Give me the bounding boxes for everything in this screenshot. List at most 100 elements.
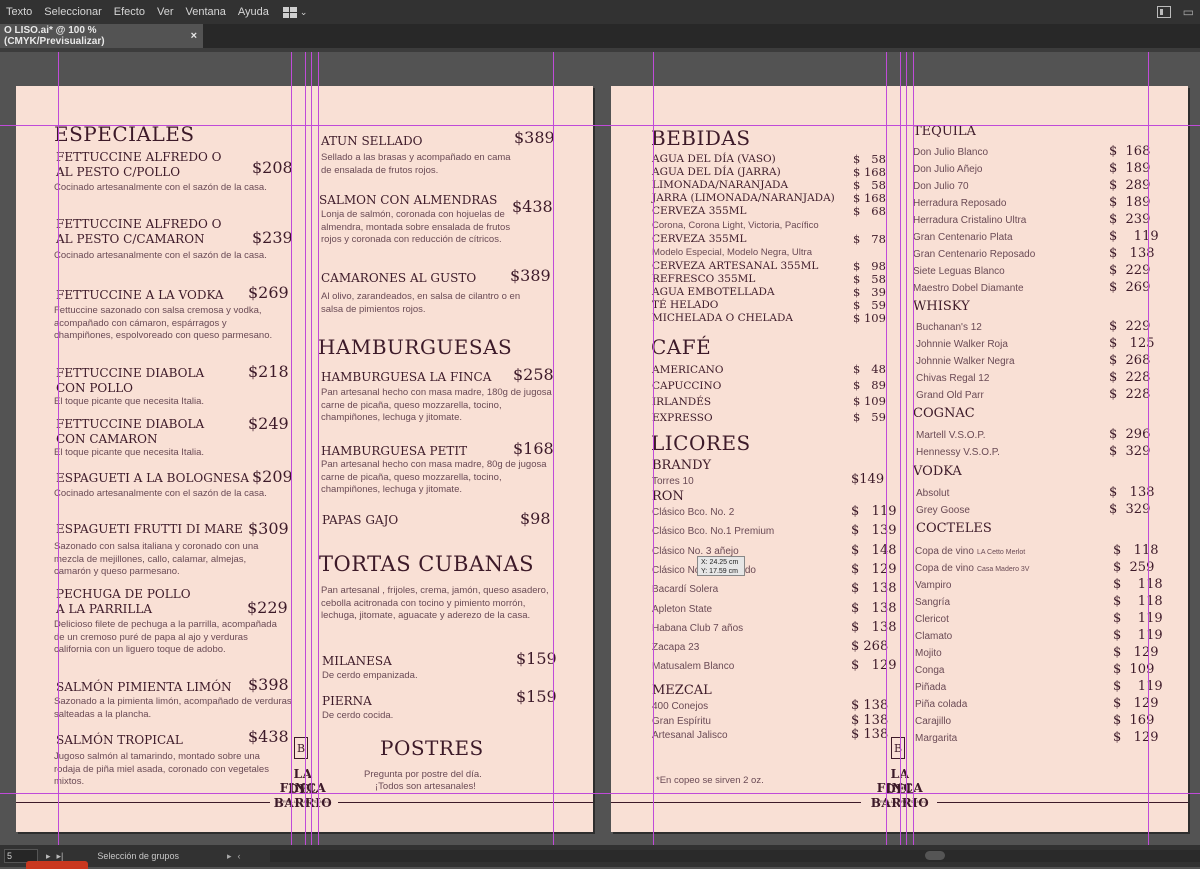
last-icon[interactable]: ▸| (57, 851, 64, 862)
licor-name: Torres 10 (652, 476, 694, 487)
play-icon[interactable]: ▸ (227, 851, 232, 862)
liquor-price: $ 138 (851, 581, 897, 597)
item-desc: De cerdo cocida. (322, 710, 394, 721)
close-icon[interactable]: × (191, 30, 197, 42)
bebida-price: $ 39 (853, 285, 886, 299)
guide-vertical[interactable] (291, 52, 292, 845)
bebida-name: LIMONADA/NARANJADA (652, 179, 789, 191)
liquor-name: Martell V.S.O.P. (916, 430, 986, 441)
logo-monogram: B (891, 737, 905, 759)
guide-vertical[interactable] (58, 52, 59, 845)
footer-rule-left (16, 802, 270, 803)
subsection-vodka: VODKA (913, 464, 962, 479)
bebida-price: $ 58 (853, 178, 886, 192)
menu-ver[interactable]: Ver (151, 6, 180, 18)
scroll-thumb[interactable] (925, 851, 945, 860)
item-name: FETTUCCINE ALFREDO O AL PESTO C/POLLO (56, 150, 222, 179)
workspace-switcher[interactable]: ⌄ (282, 6, 307, 18)
section-licores-title: LICORES (651, 431, 751, 455)
liquor-name: Sangría (915, 597, 951, 608)
cafe-price: $ 89 (853, 378, 886, 392)
guide-vertical[interactable] (318, 52, 319, 845)
tortas-desc: Pan artesanal , frijoles, crema, jamón, … (321, 585, 549, 621)
item-price: $159 (516, 687, 557, 706)
item-desc: El toque picante que necesita Italia. (54, 396, 204, 407)
item-name: FETTUCCINE A LA VODKA (56, 288, 224, 302)
item-desc: Fettuccine sazonado con salsa cremosa y … (54, 305, 273, 341)
bebida-note: Corona, Corona Light, Victoria, Pacífico (652, 220, 819, 231)
item-name: ESPAGUETI A LA BOLOGNESA (56, 471, 249, 485)
guide-vertical[interactable] (1148, 52, 1149, 845)
menu-seleccionar[interactable]: Seleccionar (38, 6, 107, 18)
guide-vertical[interactable] (886, 52, 887, 845)
item-desc: Pan artesanal hecho con masa madre, 180g… (321, 387, 552, 423)
bebida-name: AGUA DEL DÍA (JARRA) (652, 166, 781, 178)
liquor-price: $ 296 (1109, 427, 1151, 442)
bebida-name: MICHELADA O CHELADA (652, 312, 794, 324)
artboard-canvas[interactable]: ESPECIALES FETTUCCINE ALFREDO O AL PESTO… (0, 52, 1200, 845)
liquor-price: $ 138 (851, 727, 889, 742)
subsection-cognac: COGNAC (913, 406, 975, 421)
menu-ayuda[interactable]: Ayuda (232, 6, 275, 18)
bebida-price: $ 168 (853, 165, 886, 179)
liquor-name: Chivas Regal 12 (916, 373, 990, 384)
guide-vertical[interactable] (305, 52, 306, 845)
copeo-note: *En copeo se sirven 2 oz. (656, 775, 764, 786)
subsection-brandy: BRANDY (652, 458, 712, 473)
bebida-name: REFRESCO 355ML (652, 273, 756, 285)
bebida-price: $ 168 (853, 191, 886, 205)
menu-efecto[interactable]: Efecto (108, 6, 151, 18)
liquor-name: Don Julio Añejo (913, 164, 983, 175)
guide-vertical[interactable] (900, 52, 901, 845)
guide-vertical[interactable] (913, 52, 914, 845)
liquor-name: 400 Conejos (652, 701, 709, 712)
bebida-name: AGUA EMBOTELLADA (652, 286, 775, 298)
bebida-name: TÉ HELADO (652, 299, 719, 311)
liquor-name: Habana Club 7 años (652, 622, 744, 634)
bebida-name: AGUA DEL DÍA (VASO) (652, 153, 776, 165)
guide-vertical[interactable] (906, 52, 907, 845)
liquor-variant: Casa Madero 3V (976, 566, 1030, 573)
item-name: FETTUCCINE ALFREDO O AL PESTO C/CAMARON (56, 217, 222, 246)
liquor-price: $ 138 (851, 619, 897, 635)
liquor-name: Mojito (915, 648, 942, 659)
liquor-price: $ 129 (851, 561, 897, 577)
liquor-price: $ 138 (851, 712, 889, 728)
liquor-price: $ 329 (1109, 502, 1151, 517)
guide-vertical[interactable] (653, 52, 654, 845)
guide-horizontal[interactable] (0, 125, 1200, 126)
footer-rule-right (937, 802, 1188, 803)
menu-bar: Texto Seleccionar Efecto Ver Ventana Ayu… (0, 0, 1200, 24)
menu-ventana[interactable]: Ventana (179, 6, 231, 18)
guide-vertical[interactable] (311, 52, 312, 845)
item-desc: Sellado a las brasas y acompañado en cam… (321, 152, 511, 176)
panel-icon[interactable] (1156, 6, 1171, 18)
liquor-price: $ 119 (851, 504, 897, 519)
liquor-name: Gran Centenario Plata (913, 232, 1013, 243)
horizontal-scrollbar[interactable] (270, 850, 1200, 862)
item-desc: Lonja de salmón, coronada con hojuelas d… (321, 209, 511, 245)
cafe-name: CAPUCCINO (652, 380, 722, 392)
section-tortas-title: TORTAS CUBANAS (319, 552, 535, 576)
document-tab[interactable]: O LISO.ai* @ 100 % (CMYK/Previsualizar) … (0, 24, 203, 48)
liquor-price: $ 129 (851, 658, 897, 674)
liquor-price: $ 329 (1109, 444, 1151, 459)
guide-horizontal[interactable] (0, 793, 1200, 794)
item-name: PAPAS GAJO (322, 513, 399, 527)
item-name: SALMÓN PIMIENTA LIMÓN (56, 680, 232, 694)
liquor-price: $ 119 (1109, 229, 1159, 244)
menu-texto[interactable]: Texto (0, 6, 38, 18)
guide-vertical[interactable] (553, 52, 554, 845)
item-name: HAMBURGUESA PETIT (321, 444, 468, 458)
liquor-price: $ 138 (851, 600, 897, 616)
prev-icon[interactable]: ▸ (46, 851, 51, 862)
item-desc: Al olivo, zarandeados, en salsa de cilan… (321, 291, 521, 315)
more-icon[interactable]: ▭ (1183, 5, 1194, 19)
chevron-left-icon[interactable]: ‹ (237, 851, 240, 862)
document-tab-title: O LISO.ai* @ 100 % (CMYK/Previsualizar) (4, 25, 105, 47)
bebida-name: CERVEZA 355ML (652, 205, 747, 217)
item-name: PECHUGA DE POLLO A LA PARRILLA (56, 587, 191, 616)
liquor-price: $ 148 (851, 542, 897, 558)
cafe-name: EXPRESSO (652, 412, 713, 424)
status-bar: 5 ▸ ▸| Selección de grupos ▸ ‹ (0, 845, 1200, 869)
